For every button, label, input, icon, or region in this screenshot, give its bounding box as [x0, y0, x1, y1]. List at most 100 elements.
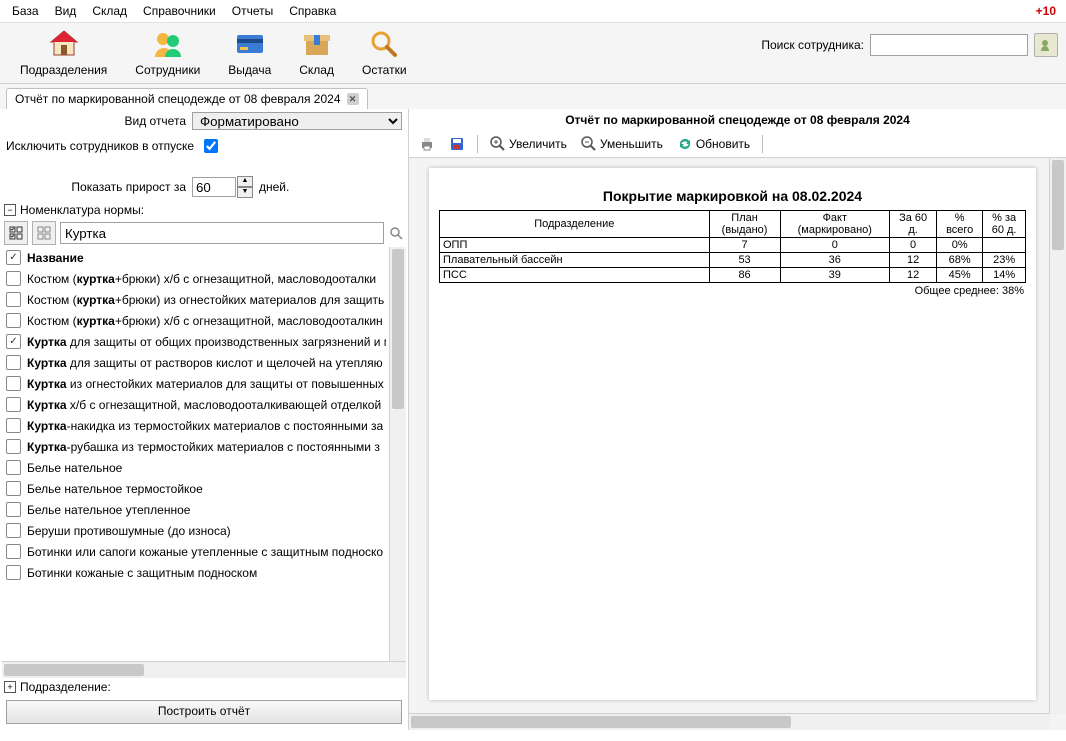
zoom-out-icon	[581, 136, 597, 152]
menu-help[interactable]: Справка	[281, 2, 344, 20]
list-item[interactable]: Белье нательное утепленное	[2, 499, 390, 520]
table-row: Плавательный бассейн53361268%23%	[440, 253, 1026, 268]
item-checkbox[interactable]	[6, 544, 21, 559]
spin-down-icon[interactable]: ▼	[237, 187, 253, 198]
list-item[interactable]: Белье нательное	[2, 457, 390, 478]
header-checkbox[interactable]: ✓	[6, 250, 21, 265]
close-tab-icon[interactable]: ✕	[347, 93, 359, 105]
menu-view[interactable]: Вид	[47, 2, 85, 20]
preview-hscroll[interactable]	[409, 713, 1050, 730]
list-item[interactable]: Беруши противошумные (до износа)	[2, 520, 390, 541]
magnifier-icon	[367, 27, 401, 61]
save-button[interactable]	[445, 134, 469, 154]
menu-ref[interactable]: Справочники	[135, 2, 224, 20]
users-icon	[151, 27, 185, 61]
report-preview-pane: ◀ Параметры Отчёт по маркированной спецо…	[409, 109, 1066, 730]
menubar: База Вид Склад Справочники Отчеты Справк…	[0, 0, 1066, 23]
list-hscroll[interactable]	[2, 661, 406, 678]
menu-stock[interactable]: Склад	[84, 2, 135, 20]
col-header: % за60 д.	[983, 211, 1026, 238]
toolbar-departments[interactable]: Подразделения	[20, 27, 107, 77]
table-row: ПСС86391245%14%	[440, 268, 1026, 283]
report-title: Отчёт по маркированной спецодежде от 08 …	[409, 109, 1066, 131]
item-label: Костюм (куртка+брюки) х/б с огнезащитной…	[27, 314, 383, 328]
list-item[interactable]: Ботинки кожаные с защитным подноском	[2, 562, 390, 583]
growth-unit: дней.	[259, 180, 289, 194]
zoom-in-button[interactable]: Увеличить	[486, 134, 571, 154]
growth-days-input[interactable]	[192, 177, 236, 197]
item-checkbox[interactable]	[6, 397, 21, 412]
item-checkbox[interactable]	[6, 292, 21, 307]
collapse-icon[interactable]: −	[4, 204, 16, 216]
notification-badge[interactable]: +10	[1036, 4, 1062, 18]
list-vscroll[interactable]	[389, 247, 406, 661]
item-checkbox[interactable]	[6, 418, 21, 433]
item-checkbox[interactable]	[6, 355, 21, 370]
list-item[interactable]: ✓Куртка для защиты от общих производстве…	[2, 331, 390, 352]
list-item[interactable]: Куртка-рубашка из термостойких материало…	[2, 436, 390, 457]
col-header: План(выдано)	[709, 211, 780, 238]
col-header: Факт(маркировано)	[780, 211, 889, 238]
zoom-in-icon	[490, 136, 506, 152]
list-item[interactable]: Ботинки или сапоги кожаные утепленные с …	[2, 541, 390, 562]
item-checkbox[interactable]	[6, 271, 21, 286]
list-item[interactable]: Куртка из огнестойких материалов для защ…	[2, 373, 390, 394]
list-item[interactable]: Костюм (куртка+брюки) из огнестойких мат…	[2, 289, 390, 310]
toolbar-remains[interactable]: Остатки	[362, 27, 407, 77]
uncheck-all-button[interactable]	[32, 221, 56, 245]
employee-search-button[interactable]	[1034, 33, 1058, 57]
expand-icon[interactable]: +	[4, 681, 16, 693]
item-checkbox[interactable]	[6, 313, 21, 328]
list-item[interactable]: Куртка для защиты от растворов кислот и …	[2, 352, 390, 373]
exclude-vacation-label: Исключить сотрудников в отпуске	[6, 139, 200, 153]
list-item[interactable]: Костюм (куртка+брюки) х/б с огнезащитной…	[2, 268, 390, 289]
menu-reports[interactable]: Отчеты	[224, 2, 281, 20]
zoom-out-button[interactable]: Уменьшить	[577, 134, 667, 154]
item-checkbox[interactable]	[6, 376, 21, 391]
item-checkbox[interactable]	[6, 502, 21, 517]
search-icon[interactable]	[388, 225, 404, 241]
check-all-button[interactable]	[4, 221, 28, 245]
nomenclature-section[interactable]: − Номенклатура нормы:	[0, 201, 408, 219]
overall-average: Общее среднее: 38%	[439, 283, 1026, 297]
nomenclature-filter-input[interactable]	[60, 222, 384, 244]
main-toolbar: Подразделения Сотрудники Выдача Склад Ос…	[0, 23, 1066, 84]
spin-up-icon[interactable]: ▲	[237, 176, 253, 187]
build-report-button[interactable]: Построить отчёт	[6, 700, 402, 724]
box-icon	[300, 27, 334, 61]
toolbar-issue[interactable]: Выдача	[228, 27, 271, 77]
table-row: ОПП7000%	[440, 238, 1026, 253]
item-label: Куртка из огнестойких материалов для защ…	[27, 377, 384, 391]
refresh-icon	[677, 136, 693, 152]
list-item[interactable]: Костюм (куртка+брюки) х/б с огнезащитной…	[2, 310, 390, 331]
list-item[interactable]: Куртка-накидка из термостойких материало…	[2, 415, 390, 436]
nomenclature-list: ✓НазваниеКостюм (куртка+брюки) х/б с огн…	[2, 247, 406, 661]
list-item[interactable]: Белье нательное термостойкое	[2, 478, 390, 499]
report-tab[interactable]: Отчёт по маркированной спецодежде от 08 …	[6, 88, 368, 109]
preview-vscroll[interactable]	[1049, 158, 1066, 714]
department-section[interactable]: + Подразделение:	[0, 678, 408, 696]
parameters-pane: Вид отчета Форматировано Исключить сотру…	[0, 109, 409, 730]
item-label: Костюм (куртка+брюки) из огнестойких мат…	[27, 293, 384, 307]
col-header: За 60д.	[890, 211, 937, 238]
item-checkbox[interactable]	[6, 439, 21, 454]
employee-search-input[interactable]	[870, 34, 1028, 56]
list-item[interactable]: Куртка х/б с огнезащитной, масловодоотал…	[2, 394, 390, 415]
report-type-select[interactable]: Форматировано	[192, 112, 402, 130]
exclude-vacation-checkbox[interactable]	[204, 139, 218, 153]
item-label: Куртка для защиты от растворов кислот и …	[27, 356, 383, 370]
print-button[interactable]	[415, 134, 439, 154]
menu-base[interactable]: База	[4, 2, 47, 20]
item-checkbox[interactable]: ✓	[6, 334, 21, 349]
item-checkbox[interactable]	[6, 481, 21, 496]
item-checkbox[interactable]	[6, 565, 21, 580]
item-checkbox[interactable]	[6, 523, 21, 538]
refresh-button[interactable]: Обновить	[673, 134, 754, 154]
toolbar-stock[interactable]: Склад	[299, 27, 334, 77]
toolbar-employees[interactable]: Сотрудники	[135, 27, 200, 77]
employee-search: Поиск сотрудника:	[761, 33, 1058, 57]
save-icon	[449, 136, 465, 152]
item-checkbox[interactable]	[6, 460, 21, 475]
growth-label: Показать прирост за	[6, 180, 192, 194]
col-header: %всего	[937, 211, 983, 238]
